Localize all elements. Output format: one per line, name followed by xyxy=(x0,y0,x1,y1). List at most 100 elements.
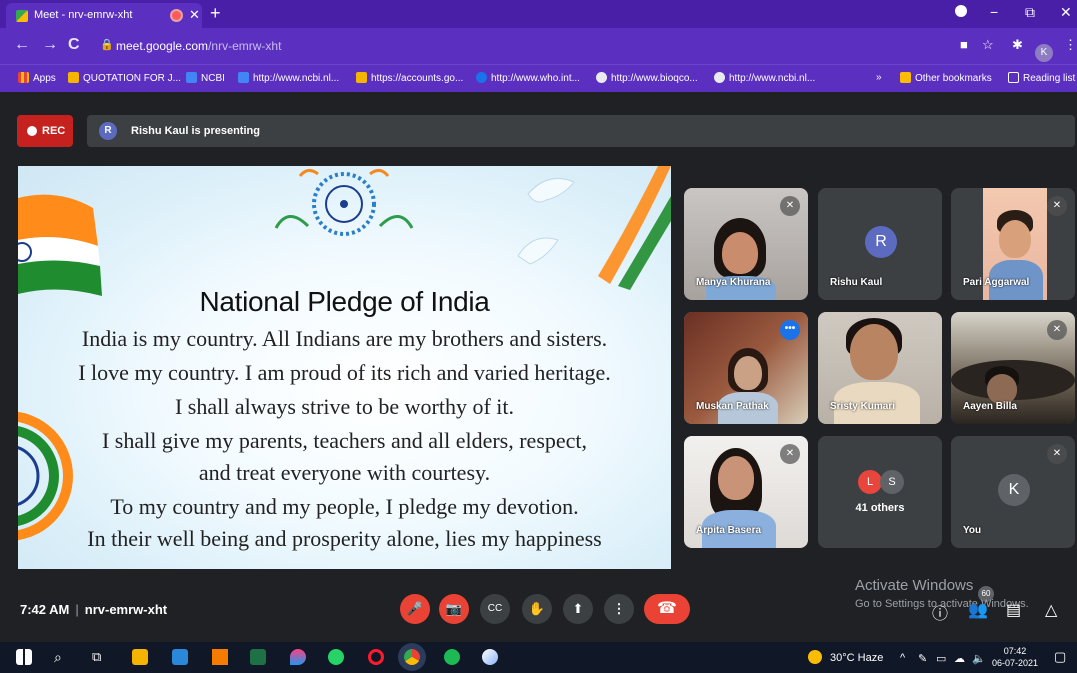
clock-date: 06-07-2021 xyxy=(992,658,1039,668)
whatsapp-icon[interactable] xyxy=(328,649,344,665)
bookmark-accounts[interactable]: https://accounts.go... xyxy=(356,72,463,84)
bookmark-ncbi-3[interactable]: http://www.ncbi.nl... xyxy=(714,72,815,84)
close-tab-icon[interactable]: ✕ xyxy=(189,7,200,23)
bookmark-favicon-icon xyxy=(476,72,487,83)
show-hidden-icons[interactable]: ^ xyxy=(900,652,905,664)
weather-text[interactable]: 30°C Haze xyxy=(830,652,883,664)
new-tab-button[interactable]: + xyxy=(210,3,221,24)
bookmark-bioqco[interactable]: http://www.bioqco... xyxy=(596,72,698,84)
raise-hand-button[interactable]: ✋ xyxy=(522,594,552,624)
tab-search-icon[interactable] xyxy=(955,5,967,17)
file-explorer-icon[interactable] xyxy=(132,649,148,665)
profile-avatar[interactable]: K xyxy=(1035,44,1053,62)
chrome-menu-icon[interactable]: ⋮ xyxy=(1064,37,1077,53)
tab-meet[interactable]: Meet - nrv-emrw-xht ✕ xyxy=(6,3,202,28)
bookmark-quotation[interactable]: QUOTATION FOR J... xyxy=(68,72,181,84)
more-options-icon[interactable]: ••• xyxy=(780,320,800,340)
participant-tile[interactable]: ✕ Arpita Basera xyxy=(684,436,808,548)
slide-line: I love my country. I am proud of its ric… xyxy=(78,360,611,385)
presenter-avatar: R xyxy=(99,122,117,140)
url-host: meet.google.com xyxy=(116,39,209,53)
flag-illustration xyxy=(18,194,102,296)
slide-line: To my country and my people, I pledge my… xyxy=(110,494,579,519)
chrome-icon[interactable] xyxy=(404,649,420,665)
people-icon[interactable]: 👥 xyxy=(968,600,988,620)
bookmark-favicon-icon xyxy=(356,72,367,83)
participant-avatar: S xyxy=(880,470,904,494)
more-options-button[interactable]: ⋮ xyxy=(604,594,634,624)
mic-off-icon: ✕ xyxy=(1047,444,1067,464)
reading-list[interactable]: Reading list xyxy=(1008,72,1075,84)
back-icon[interactable]: ← xyxy=(14,36,30,54)
restore-button[interactable]: ⧉ xyxy=(1025,4,1035,21)
spotify-icon[interactable] xyxy=(444,649,460,665)
recording-indicator-icon xyxy=(172,11,181,20)
start-icon[interactable] xyxy=(16,649,32,665)
notifications-icon[interactable]: ▢ xyxy=(1054,649,1066,665)
participant-tile[interactable]: R Rishu Kaul xyxy=(818,188,942,300)
bookmark-who[interactable]: http://www.who.int... xyxy=(476,72,580,84)
participant-tile[interactable]: ✕ Pari Aggarwal xyxy=(951,188,1075,300)
recording-badge[interactable]: REC xyxy=(17,115,73,147)
other-bookmarks[interactable]: Other bookmarks xyxy=(900,72,992,84)
ashoka-chakra-illustration xyxy=(274,169,414,236)
self-tile[interactable]: K ✕ You xyxy=(951,436,1075,548)
opera-icon[interactable] xyxy=(368,649,384,665)
task-view-icon[interactable]: ⧉ xyxy=(92,649,101,665)
vlc-icon[interactable] xyxy=(212,649,228,665)
meeting-code: nrv-emrw-xht xyxy=(84,602,168,617)
presenting-text: Rishu Kaul is presenting xyxy=(131,125,260,137)
tricolor-swoosh-illustration xyxy=(598,166,671,290)
chat-icon[interactable]: ▤ xyxy=(1006,600,1021,620)
participant-tile[interactable]: Sristy Kumari xyxy=(818,312,942,424)
system-clock[interactable]: 07:42 06-07-2021 xyxy=(992,645,1038,669)
bookmarks-bar: Apps QUOTATION FOR J... NCBI http://www.… xyxy=(0,64,1077,92)
mic-toggle-button[interactable]: 🎤 xyxy=(400,594,430,624)
present-now-button[interactable]: ⬆ xyxy=(563,594,593,624)
participant-tile[interactable]: ✕ Manya Khurana xyxy=(684,188,808,300)
address-bar[interactable]: 🔒 meet.google.com/nrv-emrw-xht xyxy=(96,33,976,58)
others-tile[interactable]: L S 41 others xyxy=(818,436,942,548)
participant-tile[interactable]: ••• Muskan Pathak xyxy=(684,312,808,424)
bookmark-label: QUOTATION FOR J... xyxy=(83,73,181,84)
activities-icon[interactable]: △ xyxy=(1045,600,1057,620)
leave-call-button[interactable]: ☎ xyxy=(644,594,690,624)
bookmark-label: http://www.who.int... xyxy=(491,73,580,84)
network-icon[interactable]: ☁ xyxy=(954,652,965,665)
participant-tile[interactable]: ✕ Aayen Billa xyxy=(951,312,1075,424)
paint-icon[interactable] xyxy=(290,649,306,665)
bookmark-favicon-icon xyxy=(68,72,79,83)
captions-button[interactable]: CC xyxy=(480,594,510,624)
extensions-icon[interactable]: ✱ xyxy=(1012,37,1023,53)
reload-icon[interactable]: C xyxy=(68,36,80,54)
close-window-button[interactable]: ✕ xyxy=(1060,4,1072,21)
bookmarks-overflow-button[interactable]: » xyxy=(876,72,882,83)
slide-line: In their well being and prosperity alone… xyxy=(87,526,602,551)
meet-favicon-icon xyxy=(16,10,28,22)
minimize-button[interactable]: − xyxy=(990,4,998,20)
volume-icon[interactable]: 🔈 xyxy=(972,652,986,665)
pen-icon[interactable]: ✎ xyxy=(918,652,927,665)
bookmark-ncbi-2[interactable]: http://www.ncbi.nl... xyxy=(238,72,339,84)
camera-indicator-icon[interactable]: ■ xyxy=(960,37,968,52)
bookmark-ncbi[interactable]: NCBI xyxy=(186,72,225,84)
participant-name: Muskan Pathak xyxy=(696,401,769,412)
forward-icon[interactable]: → xyxy=(42,36,58,54)
activate-windows-title: Activate Windows xyxy=(855,577,974,594)
meeting-info-icon[interactable]: ⓘ xyxy=(932,600,948,624)
battery-icon[interactable]: ▭ xyxy=(936,652,946,665)
participant-name: Sristy Kumari xyxy=(830,401,896,412)
url-path: /nrv-emrw-xht xyxy=(208,39,282,53)
other-bookmarks-label: Other bookmarks xyxy=(915,73,992,84)
bookmark-label: Apps xyxy=(33,73,56,84)
store-icon[interactable] xyxy=(172,649,188,665)
bookmark-star-icon[interactable]: ☆ xyxy=(982,37,994,53)
app-icon[interactable] xyxy=(482,649,498,665)
meeting-time: 7:42 AM xyxy=(20,602,70,617)
excel-icon[interactable] xyxy=(250,649,266,665)
bookmark-apps[interactable]: Apps xyxy=(18,72,56,84)
search-icon[interactable]: ⌕ xyxy=(54,649,62,666)
weather-icon[interactable] xyxy=(808,650,822,664)
url-text: meet.google.com/nrv-emrw-xht xyxy=(116,39,281,53)
camera-toggle-button[interactable]: 📷 xyxy=(439,594,469,624)
